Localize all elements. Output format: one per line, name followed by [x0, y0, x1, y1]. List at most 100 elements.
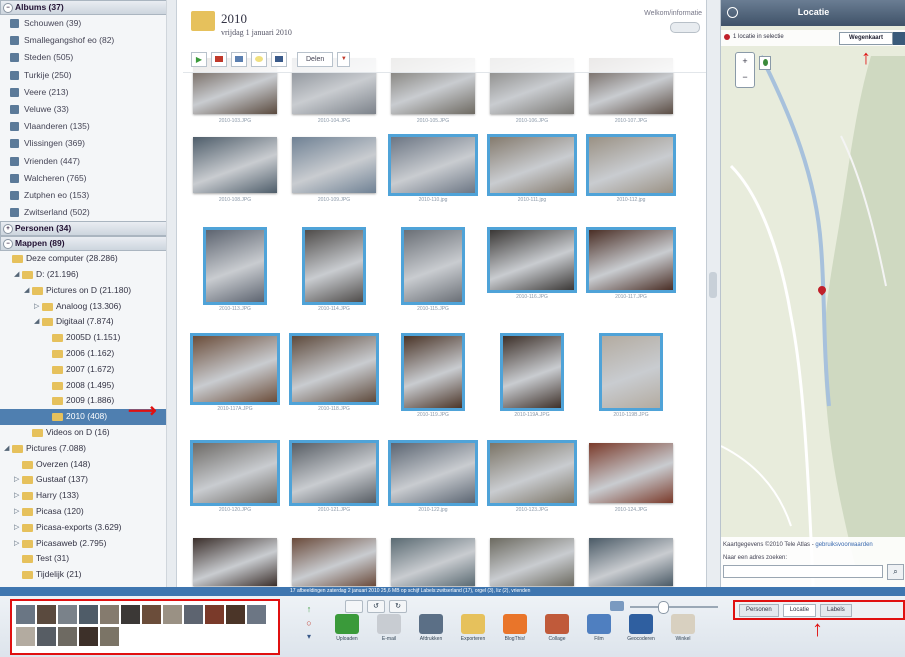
- collapse-icon[interactable]: −: [3, 239, 13, 250]
- album-item[interactable]: Vlaanderen (135): [0, 118, 176, 135]
- tool-button[interactable]: Exporteren: [454, 614, 492, 642]
- search-icon[interactable]: ⌕: [887, 564, 904, 580]
- photo-image[interactable]: [190, 440, 280, 506]
- photo-thumbnail[interactable]: 2010-117.JPG: [586, 227, 676, 302]
- photo-thumbnail[interactable]: 2010-120.JPG: [190, 440, 280, 515]
- zoom-out-icon[interactable]: −: [736, 69, 754, 85]
- photo-image[interactable]: [586, 134, 676, 196]
- tool-button[interactable]: E-mail: [370, 614, 408, 642]
- tab-people[interactable]: Personen: [739, 604, 779, 617]
- tray-thumbnail[interactable]: [37, 627, 56, 646]
- slideshow-icon[interactable]: [211, 52, 227, 67]
- folder-item[interactable]: Videos on D (16): [0, 425, 176, 441]
- collapse-icon[interactable]: −: [3, 3, 13, 13]
- photo-image[interactable]: [203, 227, 267, 305]
- photo-thumbnail[interactable]: 2010-121.JPG: [289, 440, 379, 515]
- album-item[interactable]: Zutphen eo (153): [0, 187, 176, 204]
- folder-item[interactable]: ◢ Pictures (7.088): [0, 441, 176, 457]
- share-button[interactable]: Delen: [297, 52, 334, 67]
- album-item[interactable]: Zwitserland (502): [0, 204, 176, 221]
- pegman-icon[interactable]: [759, 56, 771, 70]
- tool-button[interactable]: Uploaden: [328, 614, 366, 642]
- tray-thumbnail[interactable]: [205, 605, 224, 624]
- tray-thumbnail[interactable]: [184, 605, 203, 624]
- tray-thumbnail[interactable]: [163, 605, 182, 624]
- expand-arrow-icon[interactable]: ◢: [34, 314, 39, 330]
- album-item[interactable]: Veere (213): [0, 84, 176, 101]
- album-item[interactable]: Vlissingen (369): [0, 135, 176, 152]
- photo-thumbnail[interactable]: 2010-119B.JPG: [599, 333, 663, 420]
- folder-item[interactable]: 2008 (1.495): [0, 378, 176, 394]
- photo-thumbnail[interactable]: 2010-117A.JPG: [190, 333, 280, 414]
- album-item[interactable]: Walcheren (765): [0, 170, 176, 187]
- folder-item[interactable]: Overzen (148): [0, 457, 176, 473]
- tray-thumbnail[interactable]: [100, 605, 119, 624]
- photo-thumbnail[interactable]: 2010-119A.JPG: [500, 333, 564, 420]
- expand-icon[interactable]: +: [3, 224, 13, 235]
- photo-thumbnail[interactable]: 2010-113.JPG: [203, 227, 267, 314]
- folder-item[interactable]: ▷ Picasa-exports (3.629): [0, 520, 176, 536]
- photo-image[interactable]: [487, 227, 577, 293]
- photo-image[interactable]: [500, 333, 564, 411]
- tray-thumbnail[interactable]: [37, 605, 56, 624]
- tray-thumbnail[interactable]: [226, 605, 245, 624]
- grid-scrollbar[interactable]: [706, 0, 720, 587]
- photo-thumbnail[interactable]: 2010-118.JPG: [289, 333, 379, 414]
- label-menu-icon[interactable]: ▾: [300, 632, 318, 646]
- info-toggle[interactable]: [670, 22, 700, 33]
- tab-labels[interactable]: Labels: [820, 604, 852, 617]
- expand-arrow-icon[interactable]: ▷: [14, 504, 19, 520]
- map-view[interactable]: + −: [721, 26, 905, 588]
- folder-item[interactable]: ◢ Pictures on D (21.180): [0, 283, 176, 299]
- clear-icon[interactable]: ○: [300, 618, 318, 632]
- album-item[interactable]: Smallegangshof eo (82): [0, 32, 176, 49]
- folder-item[interactable]: 2007 (1.672): [0, 362, 176, 378]
- tray-thumbnail[interactable]: [79, 605, 98, 624]
- tray-thumbnail[interactable]: [142, 605, 161, 624]
- map-type-dropdown-icon[interactable]: [893, 32, 905, 45]
- folder-item[interactable]: ◢ Digitaal (7.874): [0, 314, 176, 330]
- tool-button[interactable]: BlogThis!: [496, 614, 534, 642]
- tray-thumbnail[interactable]: [121, 605, 140, 624]
- folder-item[interactable]: ▷ Analoog (13.306): [0, 299, 176, 315]
- photo-image[interactable]: [193, 538, 277, 586]
- save-icon[interactable]: [271, 52, 287, 67]
- address-search-input[interactable]: [723, 565, 883, 578]
- photo-thumbnail[interactable]: 2010-110.jpg: [388, 134, 478, 205]
- tray-thumbnail[interactable]: [58, 605, 77, 624]
- photo-image[interactable]: [599, 333, 663, 411]
- photo-thumbnail[interactable]: 2010-109.JPG: [292, 137, 376, 205]
- photo-thumbnail[interactable]: 2010-115.JPG: [401, 227, 465, 314]
- album-item[interactable]: Veluwe (33): [0, 101, 176, 118]
- expand-arrow-icon[interactable]: ▷: [34, 299, 39, 315]
- folder-item[interactable]: ▷ Picasaweb (2.795): [0, 536, 176, 552]
- expand-arrow-icon[interactable]: ◢: [24, 283, 29, 299]
- map-type-select[interactable]: Wegenkaart: [839, 32, 893, 45]
- photo-thumbnail[interactable]: 2010-122.jpg: [388, 440, 478, 515]
- expand-arrow-icon[interactable]: ▷: [14, 520, 19, 536]
- play-icon[interactable]: ▶: [191, 52, 207, 67]
- tray-thumbnail[interactable]: [16, 627, 35, 646]
- photo-image[interactable]: [487, 440, 577, 506]
- folder-item[interactable]: ▷ Picasa (120): [0, 504, 176, 520]
- photo-image[interactable]: [401, 333, 465, 411]
- photo-thumbnail[interactable]: 2010-124.JPG: [589, 443, 673, 515]
- photo-image[interactable]: [193, 137, 277, 193]
- photo-image[interactable]: [487, 134, 577, 196]
- photo-image[interactable]: [589, 538, 673, 586]
- photo-image[interactable]: [292, 137, 376, 193]
- photo-thumbnail[interactable]: 2010-116.JPG: [487, 227, 577, 302]
- people-group-header[interactable]: + Personen (34): [0, 221, 176, 237]
- folders-group-header[interactable]: − Mappen (89): [0, 236, 176, 252]
- folder-item[interactable]: Tijdelijk (21): [0, 567, 176, 583]
- photo-image[interactable]: [490, 538, 574, 586]
- album-item[interactable]: Turkije (250): [0, 67, 176, 84]
- tray-thumbnail[interactable]: [247, 605, 266, 624]
- album-item[interactable]: Schouwen (39): [0, 15, 176, 32]
- scrollbar-thumb[interactable]: [709, 272, 717, 298]
- chevron-down-icon[interactable]: ▼: [337, 52, 351, 67]
- photo-thumbnail[interactable]: 2010-112.jpg: [586, 134, 676, 205]
- photo-thumbnail[interactable]: 2010-119.JPG: [401, 333, 465, 420]
- album-item[interactable]: Vrienden (447): [0, 153, 176, 170]
- albums-group-header[interactable]: − Albums (37): [0, 0, 176, 15]
